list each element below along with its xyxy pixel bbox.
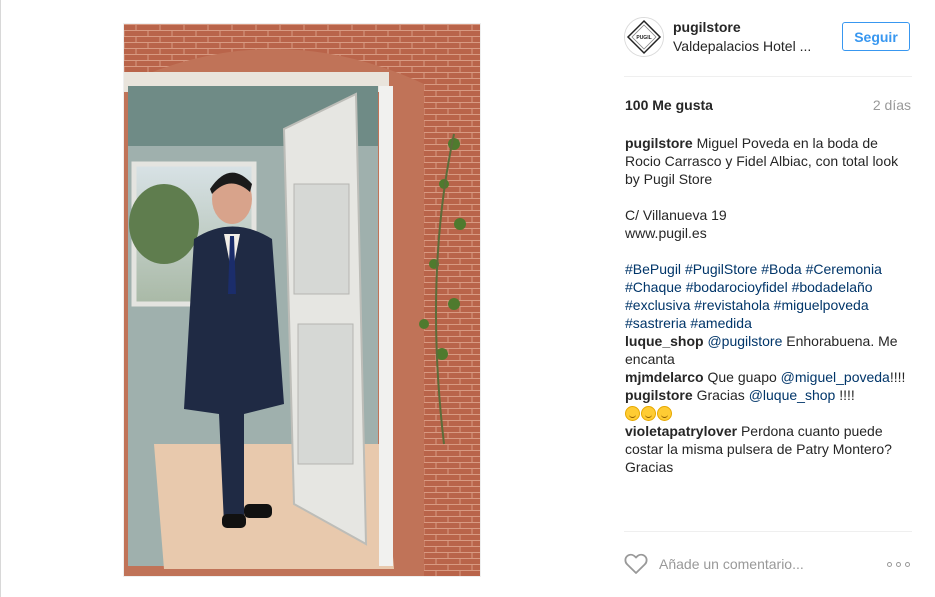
hashtag[interactable]: #exclusiva [625,297,690,313]
hashtag[interactable]: #Chaque [625,279,682,295]
hashtag[interactable]: #sastreria [625,315,686,331]
post-time[interactable]: 2 días [873,97,911,113]
likes-count[interactable]: 100 Me gusta [625,97,713,113]
add-comment-bar [624,553,914,577]
hashtag[interactable]: #PugilStore [685,261,757,277]
comment-text-suffix: !!!! [889,369,906,385]
post-location[interactable]: Valdepalacios Hotel ... [673,38,811,54]
comment-text: Gracias [696,387,745,403]
comment: mjmdelarco Que guapo @miguel_poveda!!!! [625,368,915,386]
smile-emoji-icon [657,406,672,421]
comment-username[interactable]: mjmdelarco [625,369,704,385]
comment-mention[interactable]: @pugilstore [707,333,782,349]
comment-username[interactable]: violetapatrylover [625,423,737,439]
comment-input[interactable] [659,554,859,574]
avatar[interactable]: PUGIL [624,17,664,57]
hashtag[interactable]: #Ceremonia [806,261,882,277]
post-username[interactable]: pugilstore [673,19,741,35]
follow-button[interactable]: Seguir [842,22,910,51]
comments-divider [624,531,912,532]
smile-emoji-icon [641,406,656,421]
comment-username[interactable]: luque_shop [625,333,704,349]
hashtag[interactable]: #miguelpoveda [774,297,869,313]
caption-website: www.pugil.es [625,225,707,241]
comment-mention[interactable]: @luque_shop [749,387,836,403]
comment-username[interactable]: pugilstore [625,387,693,403]
post-header: PUGIL pugilstore Valdepalacios Hotel ...… [624,17,912,59]
comment-text-suffix: !!!! [839,387,855,403]
page-edge [0,0,1,597]
smile-emoji-icon [625,406,640,421]
comment-text: Que guapo [707,369,777,385]
comments-section: pugilstore Miguel Poveda en la boda de R… [625,134,915,476]
comment: luque_shop @pugilstore Enhorabuena. Me e… [625,332,915,368]
hashtag[interactable]: #bodarocioyfidel [686,279,788,295]
caption-hashtags: #BePugil #PugilStore #Boda #Ceremonia #C… [625,260,915,332]
more-options-icon[interactable] [887,562,910,567]
comment-mention[interactable]: @miguel_poveda [781,369,890,385]
hashtag[interactable]: #BePugil [625,261,681,277]
svg-text:PUGIL: PUGIL [636,35,651,41]
photo-illustration [124,24,480,576]
heart-icon[interactable] [624,553,648,580]
hashtag[interactable]: #bodadelaño [792,279,873,295]
caption-username[interactable]: pugilstore [625,135,693,151]
hashtag[interactable]: #revistahola [694,297,770,313]
hashtag[interactable]: #amedida [690,315,752,331]
comment: pugilstore Gracias @luque_shop !!!! [625,386,915,422]
hashtag[interactable]: #Boda [761,261,801,277]
comment: violetapatrylover Perdona cuanto puede c… [625,422,915,476]
caption-address: C/ Villanueva 19 [625,207,727,223]
pugil-logo-icon: PUGIL [625,18,663,56]
caption: pugilstore Miguel Poveda en la boda de R… [625,134,915,188]
header-divider [624,76,912,77]
post-photo[interactable] [123,23,481,577]
